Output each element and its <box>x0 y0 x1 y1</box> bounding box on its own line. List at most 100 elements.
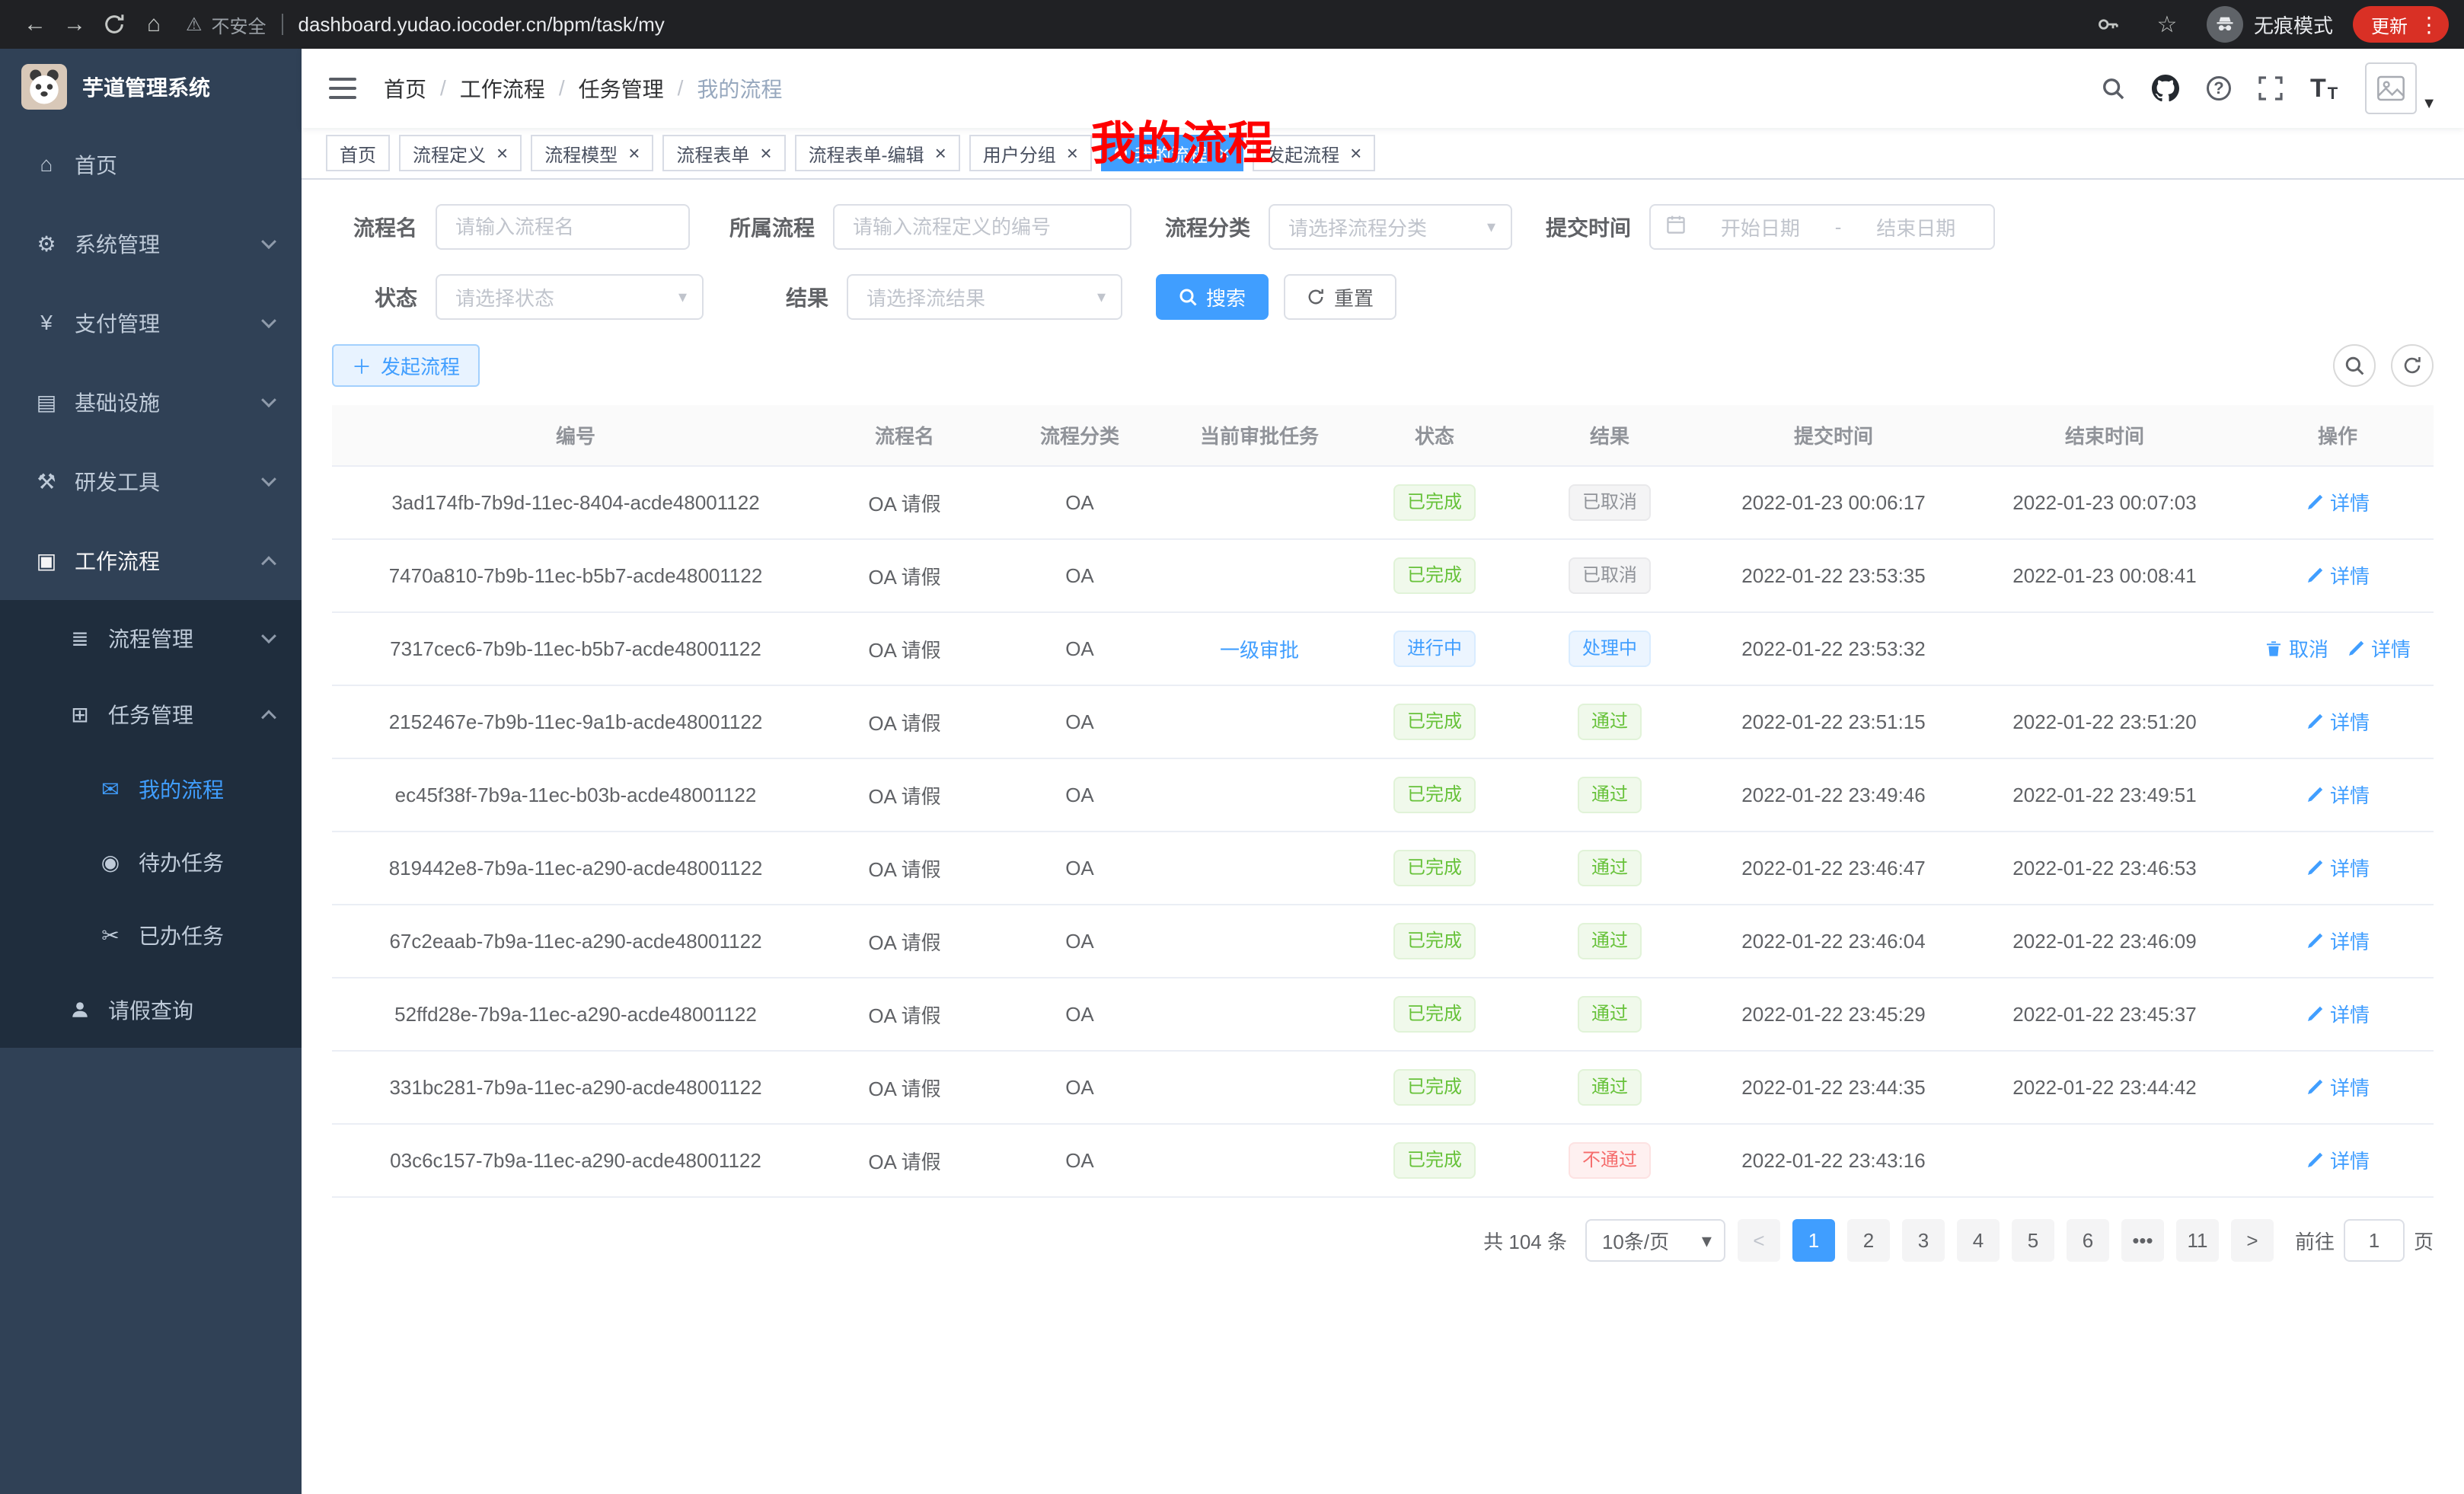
sidebar-nav: ⌂首页⚙系统管理¥支付管理▤基础设施⚒研发工具▣工作流程≣流程管理⊞任务管理✉我… <box>0 125 302 1494</box>
sidebar-item-infrastructure[interactable]: ▤基础设施 <box>0 362 302 442</box>
tags-view: 首页流程定义×流程模型×流程表单×流程表单-编辑×用户分组×我的流程×发起流程× <box>302 128 2464 180</box>
sidebar-item-home[interactable]: ⌂首页 <box>0 125 302 204</box>
app-logo[interactable]: 芋道管理系统 <box>0 49 302 125</box>
detail-action-link[interactable]: 详情 <box>2306 707 2370 736</box>
create-process-button[interactable]: ＋ 发起流程 <box>332 344 480 387</box>
close-icon[interactable]: × <box>628 143 640 163</box>
sidebar-item-label: 研发工具 <box>75 466 160 496</box>
page-button-11[interactable]: 11 <box>2176 1219 2219 1262</box>
submit-time-range-picker[interactable]: 开始日期 - 结束日期 <box>1649 204 1995 250</box>
goto-label: 前往 <box>2295 1227 2335 1255</box>
sidebar-item-leave-query[interactable]: 请假查询 <box>0 972 302 1048</box>
github-icon[interactable] <box>2152 75 2179 102</box>
refresh-table-button[interactable] <box>2391 344 2434 387</box>
security-indicator[interactable]: ⚠ 不安全 <box>186 11 267 38</box>
sidebar-item-done-task[interactable]: ✂已办任务 <box>0 899 302 972</box>
parent-process-input[interactable] <box>833 204 1131 250</box>
help-icon[interactable]: ? <box>2207 76 2231 101</box>
cell-process-id: 7470a810-7b9b-11ec-b5b7-acde48001122 <box>332 539 819 612</box>
page-button-5[interactable]: 5 <box>2012 1219 2054 1262</box>
tab-user-group[interactable]: 用户分组× <box>969 135 1092 171</box>
sidebar-item-todo-task[interactable]: ◉待办任务 <box>0 825 302 899</box>
detail-action-link[interactable]: 详情 <box>2306 1073 2370 1101</box>
toggle-search-button[interactable] <box>2333 344 2376 387</box>
avatar-image-placeholder <box>2365 62 2417 114</box>
cell-category: OA <box>990 832 1170 905</box>
detail-action-link[interactable]: 详情 <box>2306 561 2370 589</box>
breadcrumb-item-home[interactable]: 首页 <box>384 73 426 104</box>
prev-page-button[interactable]: < <box>1738 1219 1780 1262</box>
status-select[interactable]: 请选择状态 ▾ <box>436 274 704 320</box>
search-icon[interactable] <box>2102 77 2124 100</box>
sidebar-item-payment[interactable]: ¥支付管理 <box>0 283 302 362</box>
cell-actions: 详情 <box>2242 1124 2434 1197</box>
update-button[interactable]: 更新 ⋮ <box>2353 6 2449 43</box>
detail-action-link[interactable]: 详情 <box>2306 1146 2370 1174</box>
result-select[interactable]: 请选择流结果 ▾ <box>847 274 1122 320</box>
page-button-2[interactable]: 2 <box>1847 1219 1890 1262</box>
tab-process-definition[interactable]: 流程定义× <box>399 135 522 171</box>
back-icon[interactable]: ← <box>15 5 55 44</box>
sidebar-item-system[interactable]: ⚙系统管理 <box>0 204 302 283</box>
cell-end-time: 2022-01-22 23:46:09 <box>1968 905 2242 978</box>
tab-home[interactable]: 首页 <box>326 135 390 171</box>
page-button-3[interactable]: 3 <box>1902 1219 1945 1262</box>
more-pages-button[interactable]: ••• <box>2121 1219 2164 1262</box>
detail-action-link[interactable]: 详情 <box>2347 634 2411 662</box>
tab-process-model[interactable]: 流程模型× <box>531 135 653 171</box>
home-icon[interactable]: ⌂ <box>134 5 174 44</box>
tab-process-form-edit[interactable]: 流程表单-编辑 × <box>795 135 960 171</box>
reset-button[interactable]: 重置 <box>1284 274 1396 320</box>
breadcrumb-item-workflow[interactable]: 工作流程 <box>460 73 545 104</box>
end-date-placeholder[interactable]: 结束日期 <box>1853 213 1978 241</box>
cell-current-task <box>1170 758 1349 832</box>
detail-action-link[interactable]: 详情 <box>2306 1000 2370 1028</box>
sidebar-item-label: 任务管理 <box>108 699 193 729</box>
page-size-select[interactable]: 10条/页 ▾ <box>1585 1219 1725 1262</box>
font-size-icon[interactable]: TT <box>2310 74 2338 104</box>
cancel-action-link[interactable]: 取消 <box>2265 634 2328 662</box>
user-avatar[interactable]: ▼ <box>2365 62 2437 114</box>
start-date-placeholder[interactable]: 开始日期 <box>1698 213 1823 241</box>
sidebar-item-task-mgmt[interactable]: ⊞任务管理 <box>0 676 302 752</box>
forward-icon[interactable]: → <box>55 5 94 44</box>
table-row: 819442e8-7b9a-11ec-a290-acde48001122OA 请… <box>332 832 2434 905</box>
chevron-down-icon <box>261 313 276 328</box>
fullscreen-icon[interactable] <box>2258 76 2283 101</box>
sidebar-item-workflow[interactable]: ▣工作流程 <box>0 521 302 600</box>
bookmark-star-icon[interactable]: ☆ <box>2147 5 2187 44</box>
close-icon[interactable]: × <box>760 143 771 163</box>
goto-page-input[interactable] <box>2344 1219 2405 1262</box>
cell-process-name: OA 请假 <box>819 1051 990 1124</box>
breadcrumb-item-task-mgmt[interactable]: 任务管理 <box>579 73 664 104</box>
url-text[interactable]: dashboard.yudao.iocoder.cn/bpm/task/my <box>298 13 665 37</box>
browser-chrome: ← → ⌂ ⚠ 不安全 dashboard.yudao.iocoder.cn/b… <box>0 0 2464 49</box>
detail-action-link[interactable]: 详情 <box>2306 854 2370 882</box>
current-task-link[interactable]: 一级审批 <box>1220 635 1299 663</box>
tab-label: 流程表单-编辑 <box>809 140 924 167</box>
sidebar-item-dev-tools[interactable]: ⚒研发工具 <box>0 442 302 521</box>
page-button-1[interactable]: 1 <box>1792 1219 1835 1262</box>
close-icon[interactable]: × <box>496 143 508 163</box>
next-page-button[interactable]: > <box>2231 1219 2274 1262</box>
browser-menu-icon[interactable]: ⋮ <box>2418 12 2440 37</box>
detail-action-link[interactable]: 详情 <box>2306 488 2370 516</box>
status-badge: 进行中 <box>1393 630 1476 667</box>
table-row: 7317cec6-7b9b-11ec-b5b7-acde48001122OA 请… <box>332 612 2434 685</box>
detail-action-link[interactable]: 详情 <box>2306 927 2370 955</box>
detail-action-link[interactable]: 详情 <box>2306 781 2370 809</box>
page-button-4[interactable]: 4 <box>1957 1219 2000 1262</box>
sidebar-toggle-icon[interactable] <box>329 78 356 99</box>
process-name-input[interactable] <box>436 204 690 250</box>
search-button[interactable]: 搜索 <box>1156 274 1269 320</box>
reload-icon[interactable] <box>94 5 134 44</box>
close-icon[interactable]: × <box>935 143 946 163</box>
key-icon[interactable] <box>2088 5 2127 44</box>
close-icon[interactable]: × <box>1350 143 1361 163</box>
category-select[interactable]: 请选择流程分类 ▾ <box>1269 204 1512 250</box>
page-button-6[interactable]: 6 <box>2067 1219 2109 1262</box>
close-icon[interactable]: × <box>1067 143 1078 163</box>
sidebar-item-process-mgmt[interactable]: ≣流程管理 <box>0 600 302 676</box>
tab-process-form[interactable]: 流程表单× <box>662 135 785 171</box>
sidebar-item-my-process[interactable]: ✉我的流程 <box>0 752 302 825</box>
